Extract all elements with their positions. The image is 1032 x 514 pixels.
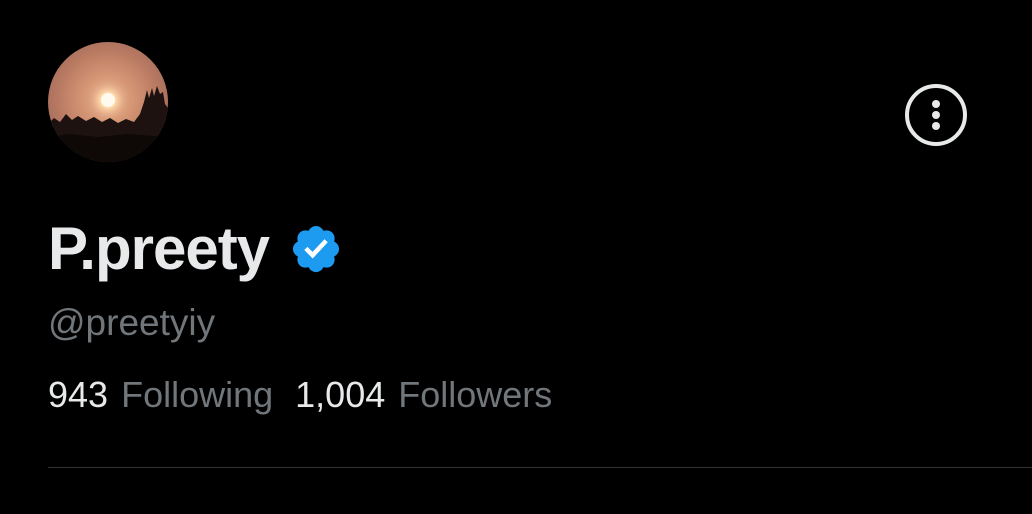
profile-handle: @preetyiy [48,302,216,343]
followers-stat[interactable]: 1,004 Followers [295,372,552,418]
more-vertical-icon [932,100,940,130]
more-options-button[interactable] [905,84,967,146]
profile-header: P.preety @preetyiy 943 Following 1,004 F… [0,0,1032,514]
display-name: P.preety [48,215,270,282]
followers-label: Followers [398,374,553,415]
following-count: 943 [48,374,109,415]
avatar[interactable] [48,42,168,162]
following-stat[interactable]: 943 Following [48,372,273,418]
followers-count: 1,004 [295,374,386,415]
name-row: P.preety [48,214,343,284]
sunset-avatar-image [48,42,168,162]
section-divider [48,467,1032,468]
verified-badge-icon[interactable] [289,222,343,276]
following-label: Following [121,374,274,415]
follow-stats: 943 Following 1,004 Followers [48,372,552,418]
